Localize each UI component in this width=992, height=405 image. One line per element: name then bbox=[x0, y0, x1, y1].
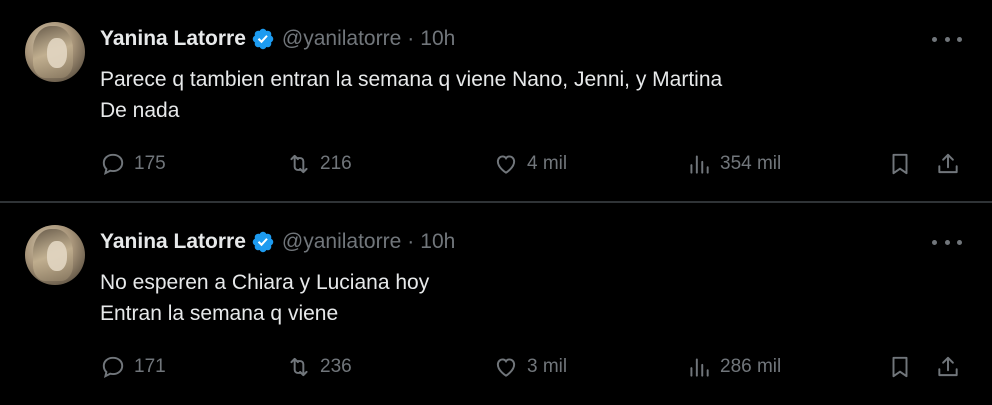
tweet-text-line: Parece q tambien entran la semana q vien… bbox=[100, 68, 723, 91]
views-button[interactable]: 286 mil bbox=[686, 351, 781, 383]
verified-badge-icon bbox=[252, 28, 274, 50]
like-count: 3 mil bbox=[527, 356, 568, 377]
bookmark-button[interactable] bbox=[887, 351, 913, 383]
tweet-text-line: Entran la semana q viene bbox=[100, 302, 339, 325]
views-button[interactable]: 354 mil bbox=[686, 148, 781, 180]
separator-dot: · bbox=[407, 27, 415, 50]
more-options-icon[interactable] bbox=[932, 30, 962, 48]
bookmark-icon bbox=[892, 356, 908, 378]
separator-dot: · bbox=[407, 230, 415, 253]
tweet-text-line: De nada bbox=[100, 99, 180, 122]
reply-icon bbox=[102, 153, 124, 176]
tweet-header: Yanina Latorre @yanilatorre · 10h bbox=[100, 229, 455, 255]
share-button[interactable] bbox=[935, 148, 961, 180]
tweet-text-line: No esperen a Chiara y Luciana hoy bbox=[100, 271, 430, 294]
reply-button[interactable]: 171 bbox=[100, 351, 166, 383]
tweet-text: Parece q tambien entran la semana q vien… bbox=[100, 64, 722, 126]
share-icon bbox=[938, 153, 958, 174]
action-bar: 171 236 3 mil 286 mil bbox=[100, 351, 965, 383]
like-button[interactable]: 3 mil bbox=[493, 351, 567, 383]
retweet-button[interactable]: 216 bbox=[286, 148, 352, 180]
tweet[interactable]: Yanina Latorre @yanilatorre · 10h Parece… bbox=[0, 0, 992, 202]
author-handle[interactable]: @yanilatorre bbox=[282, 229, 401, 255]
author-handle[interactable]: @yanilatorre bbox=[282, 26, 401, 52]
avatar[interactable] bbox=[25, 225, 85, 285]
timestamp[interactable]: 10h bbox=[420, 229, 455, 255]
timestamp[interactable]: 10h bbox=[420, 26, 455, 52]
action-bar: 175 216 4 mil 354 mil bbox=[100, 148, 965, 180]
retweet-count: 216 bbox=[320, 153, 352, 174]
share-button[interactable] bbox=[935, 351, 961, 383]
avatar[interactable] bbox=[25, 22, 85, 82]
like-icon bbox=[496, 155, 516, 174]
views-count: 354 mil bbox=[720, 153, 782, 174]
tweet-feed: Yanina Latorre @yanilatorre · 10h Parece… bbox=[0, 0, 992, 405]
reply-count: 175 bbox=[134, 153, 166, 174]
views-count: 286 mil bbox=[720, 356, 782, 377]
retweet-button[interactable]: 236 bbox=[286, 351, 352, 383]
author-name[interactable]: Yanina Latorre bbox=[100, 229, 246, 255]
reply-icon bbox=[102, 356, 124, 379]
tweet-header: Yanina Latorre @yanilatorre · 10h bbox=[100, 26, 455, 52]
views-icon bbox=[690, 155, 709, 174]
like-icon bbox=[496, 358, 516, 377]
retweet-icon bbox=[290, 154, 308, 174]
tweet-text: No esperen a Chiara y Luciana hoy Entran… bbox=[100, 267, 429, 329]
like-count: 4 mil bbox=[527, 153, 568, 174]
like-button[interactable]: 4 mil bbox=[493, 148, 567, 180]
avatar-face bbox=[47, 38, 67, 68]
reply-count: 171 bbox=[134, 356, 166, 377]
bookmark-button[interactable] bbox=[887, 148, 913, 180]
tweet[interactable]: Yanina Latorre @yanilatorre · 10h No esp… bbox=[0, 202, 992, 405]
views-icon bbox=[690, 358, 709, 377]
avatar-face bbox=[47, 241, 67, 271]
verified-badge-icon bbox=[252, 231, 274, 253]
reply-button[interactable]: 175 bbox=[100, 148, 166, 180]
bookmark-icon bbox=[892, 153, 908, 175]
retweet-icon bbox=[290, 357, 308, 377]
retweet-count: 236 bbox=[320, 356, 352, 377]
author-name[interactable]: Yanina Latorre bbox=[100, 26, 246, 52]
more-options-icon[interactable] bbox=[932, 233, 962, 251]
share-icon bbox=[938, 356, 958, 377]
